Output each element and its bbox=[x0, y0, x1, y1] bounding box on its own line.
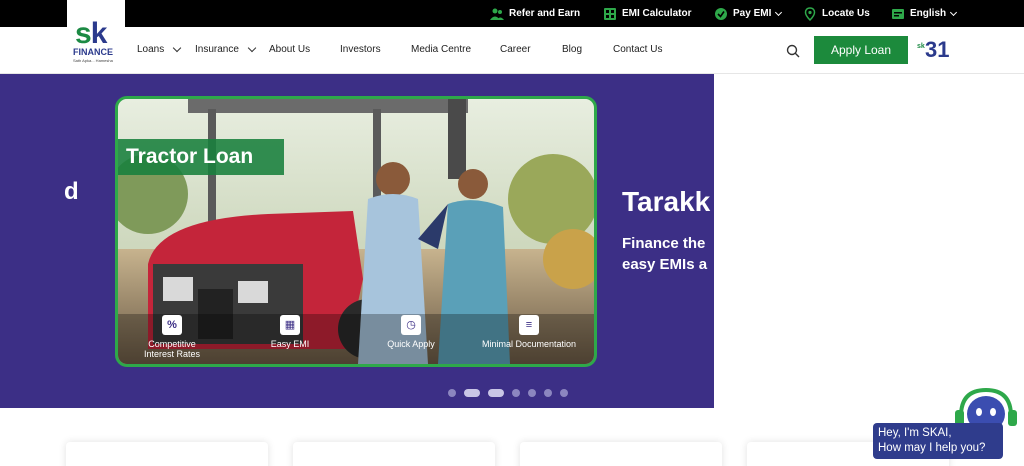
badge-number: 31 bbox=[925, 37, 950, 62]
document-icon: ≡ bbox=[519, 315, 539, 335]
carousel-dot[interactable] bbox=[448, 389, 456, 397]
nav-contact-us[interactable]: Contact Us bbox=[613, 44, 662, 55]
anniversary-badge: sk 31 bbox=[917, 37, 950, 63]
chevron-down-icon bbox=[950, 8, 958, 16]
previous-slide-fragment: d bbox=[64, 178, 79, 205]
chevron-down-icon bbox=[247, 43, 257, 53]
feature-minimal-documentation: ≡ Minimal Documentation bbox=[470, 315, 588, 349]
nav-investors[interactable]: Investors bbox=[340, 44, 381, 55]
nav-loans[interactable]: Loans bbox=[137, 43, 182, 55]
feature-quick-apply: ◷ Quick Apply bbox=[376, 315, 446, 349]
clock-icon: ◷ bbox=[401, 315, 421, 335]
logo-tagline: Sath Apka... Hamesha bbox=[73, 58, 113, 63]
feature-label: Interest Rates bbox=[143, 349, 201, 359]
slide-title: Tractor Loan bbox=[118, 139, 284, 175]
search-icon[interactable] bbox=[786, 44, 800, 58]
chevron-down-icon bbox=[173, 43, 182, 53]
calculator-icon bbox=[604, 7, 616, 20]
main-navigation: Loans Insurance About Us Investors Media… bbox=[0, 27, 1024, 74]
nav-about-us[interactable]: About Us bbox=[269, 44, 310, 55]
language-selector[interactable]: English bbox=[891, 0, 958, 27]
next-slide-title: Tarakk bbox=[622, 186, 711, 217]
refer-label: Refer and Earn bbox=[509, 8, 581, 19]
language-label: English bbox=[910, 8, 947, 19]
tractor-loan-slide[interactable]: Tractor Loan % Competitive Interest Rate… bbox=[115, 96, 597, 367]
refer-and-earn-link[interactable]: Refer and Earn bbox=[490, 0, 580, 27]
badge-small-text: sk bbox=[917, 43, 925, 50]
nav-insurance[interactable]: Insurance bbox=[195, 43, 257, 55]
carousel-pagination bbox=[448, 388, 576, 398]
hero-carousel: d Tractor Loan % Competitive Interest Ra… bbox=[0, 74, 714, 408]
product-card[interactable] bbox=[520, 442, 722, 466]
payment-icon bbox=[715, 7, 727, 20]
locate-label: Locate Us bbox=[822, 8, 870, 19]
nav-insurance-label: Insurance bbox=[195, 44, 239, 55]
chatbot-line1: Hey, I'm SKAI, bbox=[878, 427, 952, 439]
feature-label: Quick Apply bbox=[387, 339, 435, 349]
emi-calculator-link[interactable]: EMI Calculator bbox=[603, 0, 691, 27]
carousel-dot[interactable] bbox=[488, 389, 504, 397]
feature-label: Easy EMI bbox=[270, 339, 310, 349]
calendar-icon: ▦ bbox=[280, 315, 300, 335]
chevron-down-icon bbox=[775, 8, 783, 16]
feature-easy-emi: ▦ Easy EMI bbox=[260, 315, 320, 349]
feature-competitive-rates: % Competitive Interest Rates bbox=[134, 315, 210, 359]
location-pin-icon bbox=[804, 6, 816, 21]
chatbot-greeting[interactable]: Hey, I'm SKAI, How may I help you? bbox=[873, 423, 1003, 459]
locate-us-link[interactable]: Locate Us bbox=[803, 0, 870, 27]
feature-label: Competitive bbox=[148, 339, 196, 349]
percent-icon: % bbox=[162, 315, 182, 335]
apply-loan-button[interactable]: Apply Loan bbox=[814, 36, 908, 64]
pay-emi-link[interactable]: Pay EMI bbox=[714, 0, 783, 27]
next-slide-subtitle-line1: Finance the bbox=[622, 235, 706, 252]
pay-emi-label: Pay EMI bbox=[733, 8, 772, 19]
nav-media-centre[interactable]: Media Centre bbox=[411, 44, 471, 55]
nav-blog[interactable]: Blog bbox=[562, 44, 582, 55]
logo-mark: sk bbox=[75, 17, 107, 50]
logo-finance-text: FINANCE bbox=[73, 47, 113, 57]
carousel-dot-active[interactable] bbox=[464, 389, 480, 397]
feature-label: Minimal Documentation bbox=[481, 339, 577, 349]
next-slide-subtitle-line2: easy EMIs a bbox=[622, 256, 708, 273]
users-icon bbox=[490, 8, 504, 20]
carousel-dot[interactable] bbox=[528, 389, 536, 397]
emi-calc-label: EMI Calculator bbox=[622, 8, 692, 19]
top-utility-bar: Refer and Earn EMI Calculator Pay EMI Lo… bbox=[0, 0, 1024, 27]
carousel-dot[interactable] bbox=[512, 389, 520, 397]
product-card[interactable] bbox=[66, 442, 268, 466]
carousel-dot[interactable] bbox=[544, 389, 552, 397]
sk-finance-logo[interactable]: sk FINANCE Sath Apka... Hamesha bbox=[67, 0, 125, 72]
chatbot-line2: How may I help you? bbox=[878, 442, 986, 454]
carousel-dot[interactable] bbox=[560, 389, 568, 397]
nav-career[interactable]: Career bbox=[500, 44, 531, 55]
language-icon bbox=[892, 8, 904, 19]
nav-loans-label: Loans bbox=[137, 44, 165, 55]
product-card[interactable] bbox=[293, 442, 495, 466]
